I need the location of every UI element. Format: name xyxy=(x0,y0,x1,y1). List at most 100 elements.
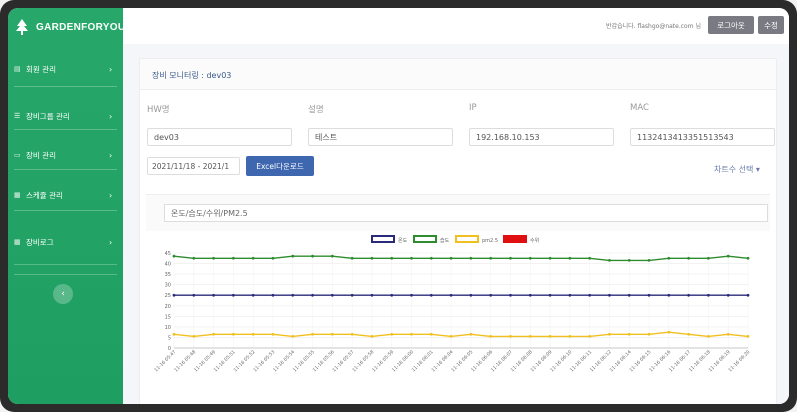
data-point[interactable] xyxy=(667,330,671,334)
data-point[interactable] xyxy=(588,256,592,260)
data-point[interactable] xyxy=(509,293,512,297)
data-point[interactable] xyxy=(370,256,374,260)
data-point[interactable] xyxy=(489,293,493,297)
data-point[interactable] xyxy=(251,332,255,336)
data-point[interactable] xyxy=(647,258,651,262)
data-point[interactable] xyxy=(667,256,671,260)
data-point[interactable] xyxy=(311,332,314,336)
data-point[interactable] xyxy=(390,293,394,297)
data-point[interactable] xyxy=(271,256,275,260)
data-point[interactable] xyxy=(746,293,750,297)
legend-item-3[interactable]: 수위 xyxy=(503,235,539,244)
data-point[interactable] xyxy=(172,254,176,258)
data-point[interactable] xyxy=(469,256,473,260)
data-point[interactable] xyxy=(469,293,473,297)
data-point[interactable] xyxy=(311,254,314,258)
data-point[interactable] xyxy=(370,293,374,297)
data-point[interactable] xyxy=(707,256,710,260)
excel-download-button[interactable]: Excel다운로드 xyxy=(246,156,314,176)
data-point[interactable] xyxy=(231,332,235,336)
data-point[interactable] xyxy=(627,293,631,297)
data-point[interactable] xyxy=(449,256,453,260)
data-point[interactable] xyxy=(449,334,453,338)
data-point[interactable] xyxy=(311,293,314,297)
data-point[interactable] xyxy=(707,293,710,297)
data-point[interactable] xyxy=(429,256,433,260)
sidebar-item-members[interactable]: ▤ 회원 관리 › xyxy=(8,60,123,78)
data-point[interactable] xyxy=(627,258,631,262)
data-point[interactable] xyxy=(251,293,255,297)
data-point[interactable] xyxy=(509,334,512,338)
data-point[interactable] xyxy=(291,254,295,258)
data-point[interactable] xyxy=(172,293,176,297)
data-point[interactable] xyxy=(370,334,374,338)
data-point[interactable] xyxy=(667,293,671,297)
data-point[interactable] xyxy=(192,334,196,338)
description-field[interactable]: 테스트 xyxy=(308,128,453,146)
data-point[interactable] xyxy=(489,334,493,338)
data-point[interactable] xyxy=(271,293,275,297)
data-point[interactable] xyxy=(212,293,215,297)
brand[interactable]: GARDENFORYOU xyxy=(16,16,125,38)
ip-field[interactable]: 192.168.10.153 xyxy=(469,128,614,146)
data-point[interactable] xyxy=(726,254,730,258)
legend-item-0[interactable]: 온도 xyxy=(371,235,408,244)
data-point[interactable] xyxy=(746,256,750,260)
data-point[interactable] xyxy=(726,293,730,297)
data-point[interactable] xyxy=(350,293,354,297)
data-point[interactable] xyxy=(172,332,176,336)
sidebar-item-device-groups[interactable]: ☰ 장비그룹 관리 › xyxy=(8,107,123,125)
data-point[interactable] xyxy=(192,293,196,297)
data-point[interactable] xyxy=(568,256,572,260)
data-point[interactable] xyxy=(449,293,453,297)
data-point[interactable] xyxy=(687,332,691,336)
data-point[interactable] xyxy=(568,334,572,338)
data-point[interactable] xyxy=(390,332,394,336)
data-point[interactable] xyxy=(548,256,552,260)
data-point[interactable] xyxy=(350,332,354,336)
data-point[interactable] xyxy=(489,256,493,260)
sidebar-item-device-log[interactable]: ▦ 장비로그 › xyxy=(8,233,123,251)
data-point[interactable] xyxy=(588,334,592,338)
data-point[interactable] xyxy=(528,334,532,338)
data-point[interactable] xyxy=(271,332,275,336)
data-point[interactable] xyxy=(687,256,691,260)
hw-name-field[interactable]: dev03 xyxy=(147,128,292,146)
data-point[interactable] xyxy=(330,332,334,336)
data-point[interactable] xyxy=(429,293,433,297)
data-point[interactable] xyxy=(429,332,433,336)
data-point[interactable] xyxy=(291,334,295,338)
data-point[interactable] xyxy=(330,254,334,258)
data-point[interactable] xyxy=(291,293,295,297)
data-point[interactable] xyxy=(410,332,413,336)
data-point[interactable] xyxy=(528,256,532,260)
date-range-input[interactable]: 2021/11/18 - 2021/1 xyxy=(147,157,240,175)
data-point[interactable] xyxy=(548,334,552,338)
data-point[interactable] xyxy=(707,334,710,338)
data-point[interactable] xyxy=(212,256,215,260)
data-point[interactable] xyxy=(608,293,611,297)
data-point[interactable] xyxy=(588,293,592,297)
data-point[interactable] xyxy=(509,256,512,260)
data-point[interactable] xyxy=(726,332,730,336)
chart-title-input[interactable]: 온도/습도/수위/PM2.5 xyxy=(164,204,768,222)
data-point[interactable] xyxy=(231,256,235,260)
data-point[interactable] xyxy=(608,332,611,336)
data-point[interactable] xyxy=(608,258,611,262)
data-point[interactable] xyxy=(627,332,631,336)
data-point[interactable] xyxy=(548,293,552,297)
data-point[interactable] xyxy=(350,256,354,260)
chart-count-select[interactable]: 차트수 선택 ▾ xyxy=(714,164,760,175)
sidebar-item-schedule[interactable]: ▦ 스케쥴 관리 › xyxy=(8,186,123,204)
data-point[interactable] xyxy=(212,332,215,336)
data-point[interactable] xyxy=(231,293,235,297)
sidebar-item-devices[interactable]: ▭ 장비 관리 › xyxy=(8,146,123,164)
data-point[interactable] xyxy=(687,293,691,297)
data-point[interactable] xyxy=(390,256,394,260)
data-point[interactable] xyxy=(410,293,413,297)
data-point[interactable] xyxy=(469,332,473,336)
edit-button[interactable]: 수정 xyxy=(758,16,784,34)
data-point[interactable] xyxy=(647,332,651,336)
sidebar-collapse-button[interactable]: ‹ xyxy=(53,284,73,304)
logout-button[interactable]: 로그아웃 xyxy=(708,16,754,34)
